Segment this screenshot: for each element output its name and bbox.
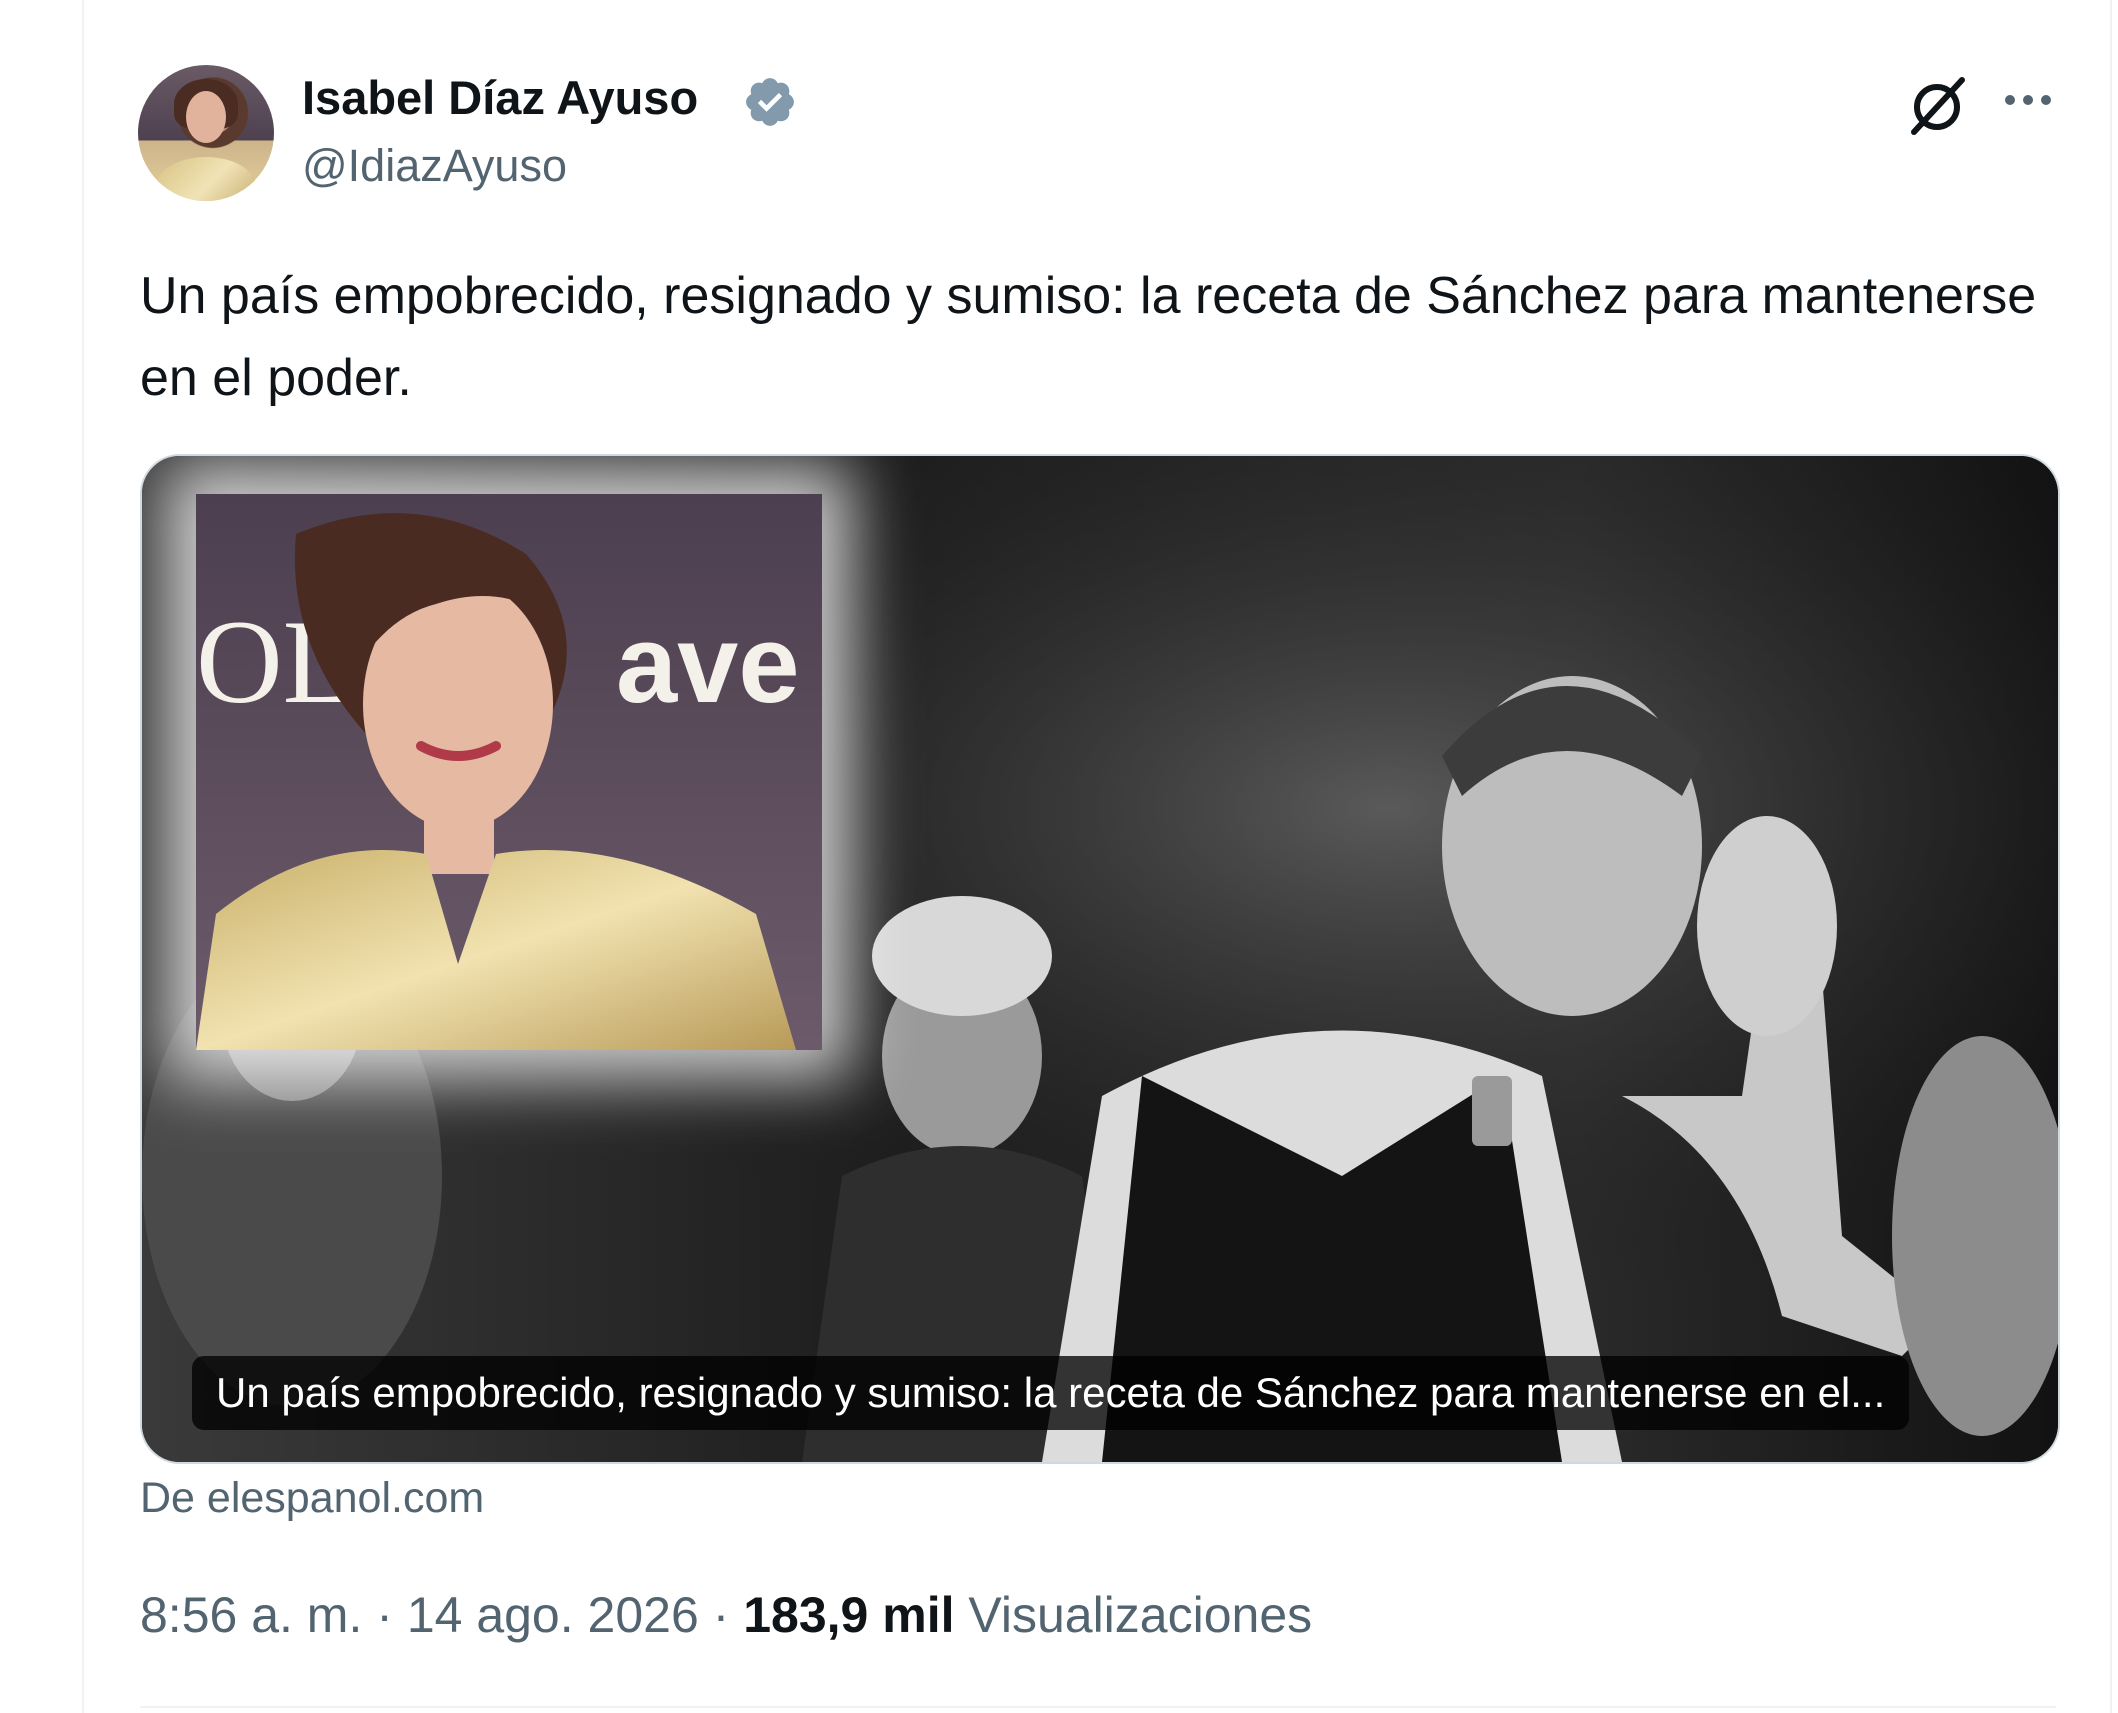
author-name[interactable]: Isabel Díaz Ayuso: [302, 70, 698, 125]
column-right-border: [2110, 0, 2112, 1713]
tweet-date[interactable]: 14 ago. 2026: [407, 1587, 699, 1643]
card-source-link[interactable]: De elespanol.com: [140, 1474, 484, 1523]
more-options-icon[interactable]: [2000, 80, 2056, 120]
link-preview-card[interactable]: OL ave Un país empobrecido, resignado y …: [140, 454, 2060, 1464]
divider: [140, 1706, 2056, 1708]
tweet-time[interactable]: 8:56 a. m.: [140, 1587, 362, 1643]
tweet-meta: 8:56 a. m. · 14 ago. 2026 · 183,9 mil Vi…: [140, 1586, 1312, 1644]
tweet-text: Un país empobrecido, resignado y sumiso:…: [140, 267, 2037, 407]
svg-text:ave: ave: [616, 603, 800, 726]
views-count: 183,9 mil: [743, 1587, 955, 1643]
author-handle[interactable]: @IdiazAyuso: [302, 140, 567, 192]
verified-badge-icon: [746, 78, 794, 126]
views-label: Visualizaciones: [968, 1587, 1313, 1643]
meta-separator: ·: [376, 1587, 393, 1643]
column-left-border: [82, 0, 84, 1713]
card-inset-photo: OL ave: [196, 494, 822, 1050]
grok-icon[interactable]: [1902, 70, 1972, 140]
meta-separator: ·: [712, 1587, 730, 1643]
card-title: Un país empobrecido, resignado y sumiso:…: [192, 1356, 1910, 1430]
author-avatar[interactable]: [138, 65, 274, 201]
